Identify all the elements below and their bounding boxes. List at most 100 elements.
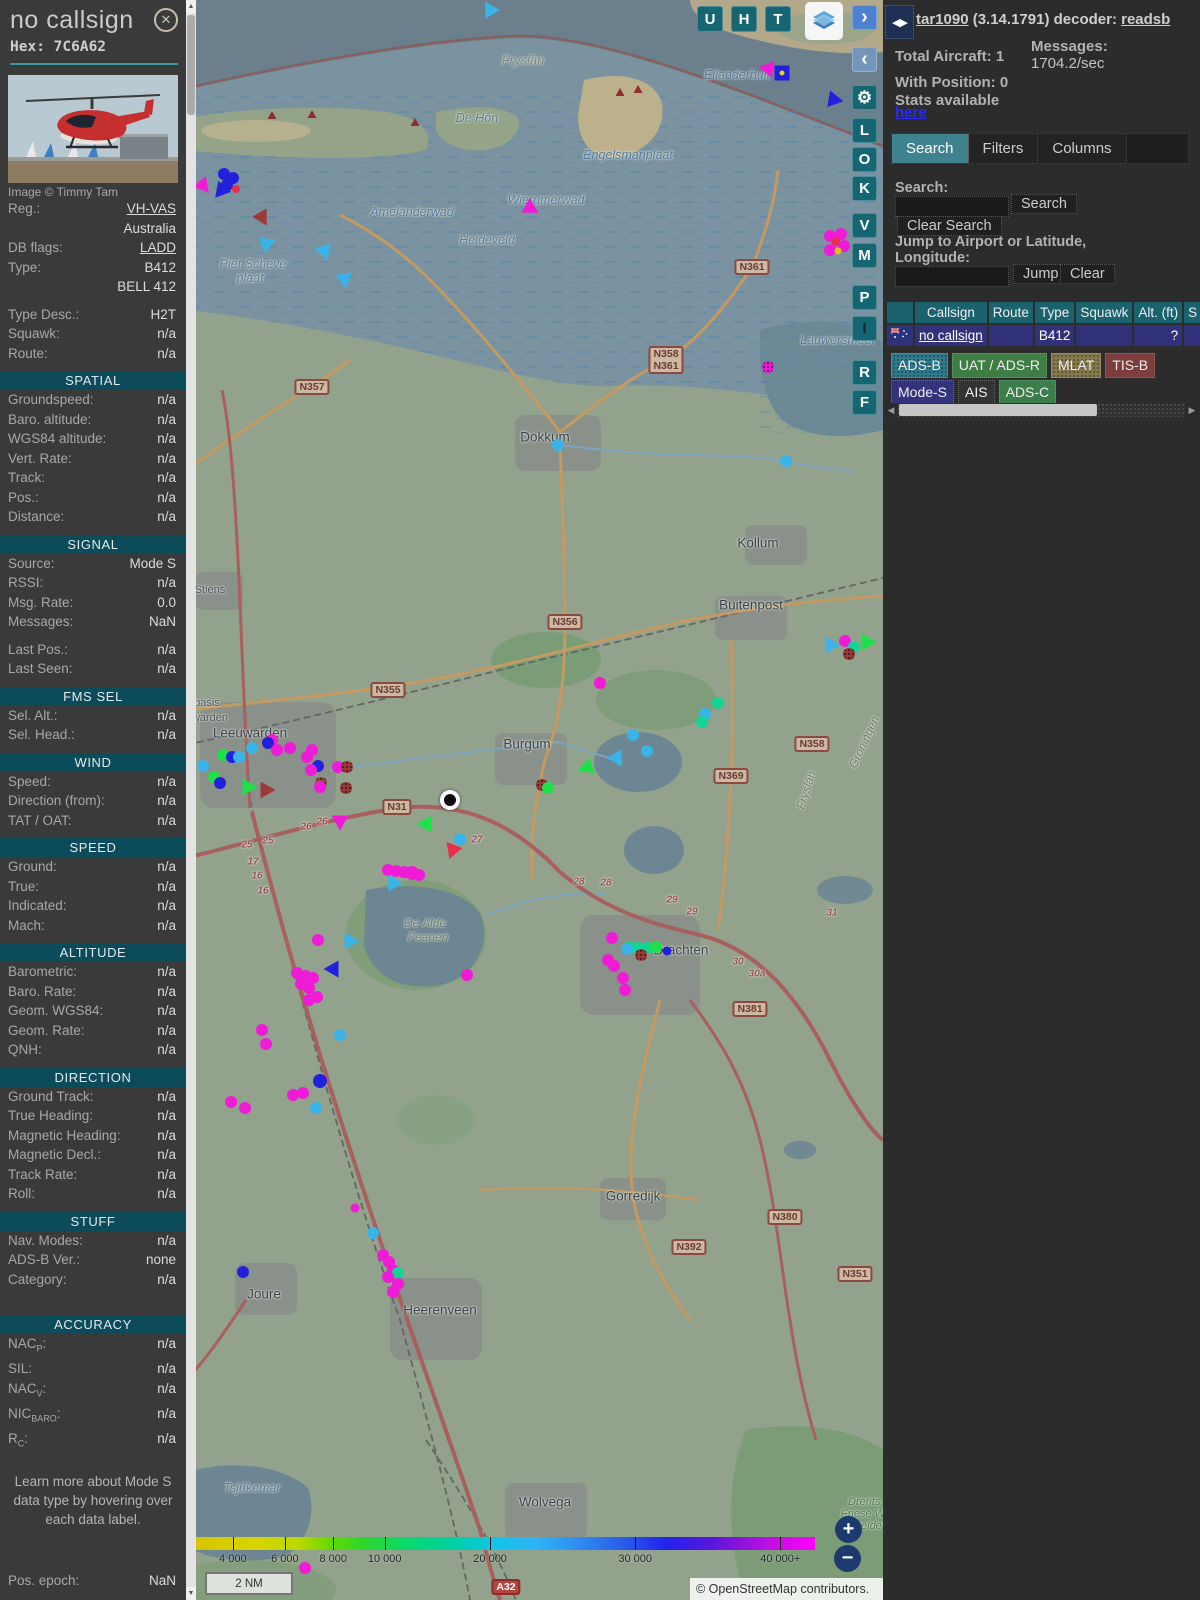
aircraft-marker-d[interactable] [246, 742, 258, 754]
aircraft-marker-d[interactable] [350, 1203, 360, 1213]
aircraft-marker-d[interactable] [310, 1102, 322, 1114]
toggle-u-button[interactable]: U [697, 6, 723, 32]
layer-switcher-button[interactable] [805, 2, 843, 40]
aircraft-marker-d[interactable] [608, 960, 620, 972]
jump-input[interactable] [895, 266, 1009, 287]
map[interactable] [186, 0, 883, 1600]
aircraft-marker-d[interactable] [762, 361, 774, 373]
aircraft-marker-d[interactable] [454, 833, 466, 845]
hscroll-thumb[interactable] [899, 404, 1097, 416]
aircraft-marker-dm[interactable] [774, 65, 790, 81]
aircraft-marker-d[interactable] [843, 648, 855, 660]
aircraft-marker-d[interactable] [284, 742, 296, 754]
legend-badge-ais[interactable]: AIS [958, 380, 995, 405]
toggle-o-button[interactable]: O [852, 147, 877, 172]
toggle-k-button[interactable]: K [852, 176, 877, 201]
aircraft-marker-d[interactable] [260, 1038, 272, 1050]
cell-callsign[interactable]: no callsign [915, 325, 987, 346]
hscroll-left-icon[interactable]: ◀ [885, 403, 897, 417]
column-header[interactable]: Route [988, 302, 1033, 323]
sidebar-scrollbar[interactable]: ▲ ▼ [186, 0, 196, 1600]
aircraft-marker-d[interactable] [627, 729, 639, 741]
aircraft-marker-d[interactable] [712, 697, 724, 709]
aircraft-marker-d[interactable] [301, 751, 313, 763]
aircraft-marker-d[interactable] [387, 1286, 399, 1298]
aircraft-marker-d[interactable] [650, 941, 662, 953]
aircraft-marker-d[interactable] [239, 1102, 251, 1114]
hscroll-right-icon[interactable]: ▶ [1186, 403, 1198, 417]
clear-search-button[interactable]: Clear Search [897, 216, 1002, 236]
column-header[interactable]: Type [1034, 302, 1075, 323]
aircraft-marker-d[interactable] [305, 764, 317, 776]
table-hscrollbar[interactable]: ◀ ▶ [885, 403, 1198, 417]
aircraft-marker-d[interactable] [334, 1029, 346, 1041]
tab-columns[interactable]: Columns [1038, 134, 1127, 163]
aircraft-marker-d[interactable] [256, 1024, 268, 1036]
aircraft-marker-d[interactable] [271, 744, 283, 756]
aircraft-marker-d[interactable] [197, 760, 209, 772]
aircraft-marker-d[interactable] [619, 984, 631, 996]
toggle-l-button[interactable]: L [852, 118, 877, 143]
aircraft-marker-d[interactable] [621, 943, 633, 955]
aircraft-marker-d[interactable] [542, 782, 554, 794]
aircraft-marker-d[interactable] [696, 716, 708, 728]
panel-toggle-button[interactable]: ◀▶ [885, 5, 914, 39]
aircraft-marker-d[interactable] [461, 969, 473, 981]
toggle-t-button[interactable]: T [765, 6, 791, 32]
toggle-m-button[interactable]: M [852, 243, 877, 268]
aircraft-marker-d[interactable] [237, 1266, 249, 1278]
column-header[interactable]: Alt. (ft) [1134, 302, 1183, 323]
aircraft-marker-d[interactable] [367, 1227, 379, 1239]
column-header[interactable]: S [1184, 302, 1200, 323]
aircraft-marker-d[interactable] [662, 946, 672, 956]
aircraft-marker-d[interactable] [834, 247, 842, 255]
legend-badge-adsb[interactable]: ADS-B [891, 353, 948, 378]
toggle-h-button[interactable]: H [731, 6, 757, 32]
clear-button[interactable]: Clear [1060, 264, 1115, 284]
aircraft-marker-d[interactable] [314, 781, 326, 793]
aircraft-marker-ring[interactable] [440, 790, 460, 810]
detail-link[interactable]: VH-VAS [127, 199, 176, 219]
aircraft-marker-d[interactable] [312, 934, 324, 946]
aircraft-marker-d[interactable] [303, 994, 315, 1006]
aircraft-marker-d[interactable] [413, 869, 425, 881]
legend-badge-uatadsr[interactable]: UAT / ADS-R [951, 353, 1047, 378]
aircraft-table-row[interactable]: no callsign B412? [887, 325, 1200, 346]
toggle-p-button[interactable]: P [852, 285, 877, 310]
aircraft-marker-d[interactable] [214, 777, 226, 789]
aircraft-marker-d[interactable] [313, 1074, 327, 1088]
scroll-up-icon[interactable]: ▲ [186, 0, 196, 13]
aircraft-marker-d[interactable] [341, 761, 353, 773]
legend-badge-adsc[interactable]: ADS-C [998, 380, 1057, 405]
aircraft-marker-d[interactable] [641, 745, 653, 757]
aircraft-marker-d[interactable] [594, 677, 606, 689]
aircraft-marker-d[interactable] [232, 185, 240, 193]
readsb-link[interactable]: readsb [1121, 11, 1170, 28]
toggle-f-button[interactable]: F [852, 390, 877, 415]
tab-filters[interactable]: Filters [968, 134, 1039, 163]
aircraft-marker-d[interactable] [340, 782, 352, 794]
column-header[interactable]: Squawk [1076, 302, 1133, 323]
aircraft-marker-d[interactable] [297, 1087, 309, 1099]
search-input[interactable] [895, 196, 1009, 217]
zoom-out-button[interactable]: − [834, 1545, 861, 1572]
aircraft-marker-d[interactable] [617, 972, 629, 984]
toggle-i-button[interactable]: I [852, 316, 877, 341]
aircraft-marker-d[interactable] [635, 949, 647, 961]
collapse-panel-button[interactable]: ‹ [852, 47, 877, 72]
close-icon[interactable]: ✕ [154, 8, 178, 32]
aircraft-marker-d[interactable] [780, 455, 792, 467]
aircraft-marker-d[interactable] [233, 751, 245, 763]
search-button[interactable]: Search [1011, 194, 1077, 214]
legend-badge-tisb[interactable]: TIS-B [1105, 353, 1156, 378]
stats-here-link[interactable]: here [895, 104, 927, 121]
aircraft-marker-d[interactable] [299, 1562, 311, 1574]
expand-panel-button[interactable]: › [852, 5, 877, 30]
detail-link[interactable]: LADD [140, 238, 176, 258]
column-header[interactable]: Callsign [915, 302, 987, 323]
settings-button[interactable]: ⚙ [852, 85, 877, 110]
aircraft-marker-d[interactable] [225, 1096, 237, 1108]
scroll-down-icon[interactable]: ▼ [186, 1587, 196, 1600]
legend-badge-modes[interactable]: Mode-S [891, 380, 955, 405]
legend-badge-mlat[interactable]: MLAT [1050, 353, 1102, 378]
